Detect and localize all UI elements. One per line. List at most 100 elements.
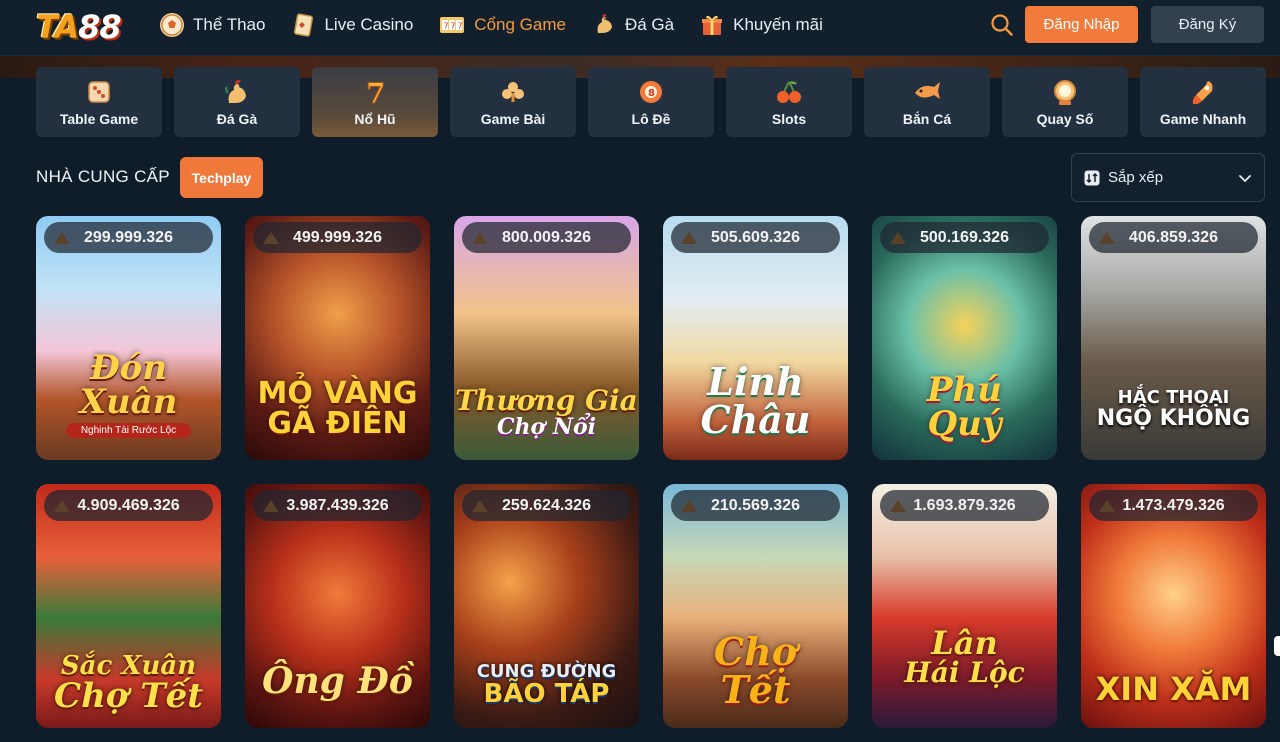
game-title-line2: BÃO TÁP (483, 679, 610, 710)
game-title-line1: Chợ (713, 628, 798, 674)
logo-number: 88 (78, 8, 122, 46)
login-button[interactable]: Đăng Nhập (1025, 6, 1138, 43)
jackpot-icon (472, 500, 488, 512)
game-card-cung-duong[interactable]: 259.624.326 CUNG ĐƯỜNG BÃO TÁP (454, 484, 639, 728)
game-title: Ông Đồ (245, 663, 430, 700)
provider-chip-techplay[interactable]: Techplay (180, 157, 263, 198)
svg-text:7: 7 (366, 79, 385, 107)
game-card-thuong-gia[interactable]: 800.009.326 Thương Gia Chợ Nổi (454, 216, 639, 460)
rocket-icon (1190, 79, 1216, 107)
nav-item-cong-game[interactable]: 777 Cổng Game (439, 13, 566, 37)
jackpot-icon (54, 500, 70, 512)
rooster-icon (592, 13, 616, 37)
game-title: HẮC THOẠI NGỘ KHÔNG (1081, 388, 1266, 430)
game-title: CUNG ĐƯỜNG BÃO TÁP (454, 662, 639, 710)
jackpot-value: 1.693.879.326 (913, 496, 1016, 514)
jackpot-value: 4.909.469.326 (77, 496, 180, 514)
provider-heading: NHÀ CUNG CẤP (36, 167, 170, 186)
category-ban-ca[interactable]: Bắn Cá (864, 67, 990, 137)
jackpot-badge: 800.009.326 (462, 222, 631, 253)
category-slots[interactable]: Slots (726, 67, 852, 137)
nav-item-khuyen-mai[interactable]: Khuyến mãi (700, 13, 823, 37)
category-game-nhanh[interactable]: Game Nhanh (1140, 67, 1266, 137)
category-quay-so[interactable]: Quay Số (1002, 67, 1128, 137)
game-card-xin-xam[interactable]: 1.473.479.326 XIN XĂM (1081, 484, 1266, 728)
jackpot-value: 210.569.326 (711, 496, 800, 514)
category-da-ga[interactable]: Đá Gà (174, 67, 300, 137)
game-title-line2: Quý (927, 404, 1002, 445)
game-title-line2: Châu (700, 397, 811, 443)
main-nav: Thể Thao Live Casino 777 Cổng Game Đá Gà… (160, 0, 849, 50)
game-title-line1: XIN XĂM (1095, 670, 1252, 709)
nav-item-live-casino[interactable]: Live Casino (291, 13, 413, 37)
game-card-ong-do[interactable]: 3.987.439.326 Ông Đồ (245, 484, 430, 728)
jackpot-badge: 3.987.439.326 (253, 490, 422, 521)
jackpot-value: 259.624.326 (502, 496, 591, 514)
jackpot-icon (263, 500, 279, 512)
category-label: Nổ Hũ (354, 111, 396, 127)
nav-item-da-ga[interactable]: Đá Gà (592, 13, 674, 37)
game-title-line2: Xuân (79, 382, 178, 423)
jackpot-value: 3.987.439.326 (286, 496, 389, 514)
game-title: Lân Hái Lộc (872, 627, 1057, 688)
game-title: Linh Châu (663, 362, 848, 443)
category-label: Lô Đề (631, 111, 671, 127)
playing-card-icon (291, 13, 315, 37)
logo-text: TA (36, 8, 79, 46)
category-lo-de[interactable]: 8 Lô Đề (588, 67, 714, 137)
jackpot-badge: 1.473.479.326 (1089, 490, 1258, 521)
game-card-sac-xuan[interactable]: 4.909.469.326 Sắc Xuân Chợ Tết (36, 484, 221, 728)
game-title: Phú Quý (872, 369, 1057, 445)
game-subtitle: Nghinh Tài Rước Lộc (66, 423, 191, 438)
game-card-don-xuan[interactable]: 299.999.326 Đón Xuân Nghinh Tài Rước Lộc (36, 216, 221, 460)
game-title: Sắc Xuân Chợ Tết (36, 653, 221, 714)
nav-label: Thể Thao (193, 15, 266, 34)
game-card-cho-tet[interactable]: 210.569.326 Chợ Tết (663, 484, 848, 728)
game-title-line2: Chợ Tết (54, 676, 203, 717)
side-scroll-indicator[interactable] (1274, 636, 1280, 656)
jackpot-badge: 299.999.326 (44, 222, 213, 253)
game-title: Thương Gia Chợ Nổi (454, 386, 639, 440)
cherry-icon (775, 79, 803, 107)
game-title-line1: Ông Đồ (262, 660, 413, 703)
jackpot-value: 500.169.326 (920, 228, 1009, 246)
category-table-game[interactable]: Table Game (36, 67, 162, 137)
category-label: Đá Gà (216, 111, 258, 127)
logo[interactable]: TA88 (36, 8, 122, 46)
game-card-linh-chau[interactable]: 505.609.326 Linh Châu (663, 216, 848, 460)
game-title-line2: Chợ Nổi (497, 413, 596, 440)
jackpot-badge: 505.609.326 (671, 222, 840, 253)
gift-icon (700, 13, 724, 37)
category-label: Table Game (59, 111, 139, 127)
sort-dropdown[interactable]: Sắp xếp (1071, 153, 1265, 202)
top-header: TA88 Thể Thao Live Casino 777 Cổng Game … (0, 0, 1280, 56)
game-card-hac-thoai[interactable]: 406.859.326 HẮC THOẠI NGỘ KHÔNG (1081, 216, 1266, 460)
club-cards-icon (499, 79, 527, 107)
jackpot-badge: 210.569.326 (671, 490, 840, 521)
register-button[interactable]: Đăng Ký (1151, 6, 1264, 43)
game-card-mo-vang[interactable]: 499.999.326 MỎ VÀNG GÃ ĐIÊN (245, 216, 430, 460)
category-game-bai[interactable]: Game Bài (450, 67, 576, 137)
svg-text:7: 7 (451, 22, 456, 31)
jackpot-icon (1099, 232, 1115, 244)
jackpot-icon (263, 232, 279, 244)
game-card-lan-hai-loc[interactable]: 1.693.879.326 Lân Hái Lộc (872, 484, 1057, 728)
category-bar: Table Game Đá Gà 7 Nổ Hũ Game Bài 8 Lô Đ… (36, 67, 1266, 137)
search-icon[interactable] (990, 13, 1014, 37)
game-title: MỎ VÀNG GÃ ĐIÊN (245, 378, 430, 440)
svg-text:7: 7 (444, 22, 449, 31)
soccer-ball-icon (160, 13, 184, 37)
jackpot-badge: 500.169.326 (880, 222, 1049, 253)
nav-label: Khuyến mãi (733, 15, 823, 34)
category-label: Quay Số (1036, 111, 1094, 127)
game-title-line1: Phú (926, 369, 1002, 410)
nav-label: Đá Gà (624, 15, 675, 34)
dice-icon (86, 79, 112, 107)
svg-text:8: 8 (648, 88, 655, 99)
game-title: XIN XĂM (1081, 673, 1266, 706)
lottery-ball-icon: 8 (638, 79, 664, 107)
jackpot-badge: 1.693.879.326 (880, 490, 1049, 521)
nav-item-the-thao[interactable]: Thể Thao (160, 13, 265, 37)
category-no-hu[interactable]: 7 Nổ Hũ (312, 67, 438, 137)
game-card-phu-quy[interactable]: 500.169.326 Phú Quý (872, 216, 1057, 460)
